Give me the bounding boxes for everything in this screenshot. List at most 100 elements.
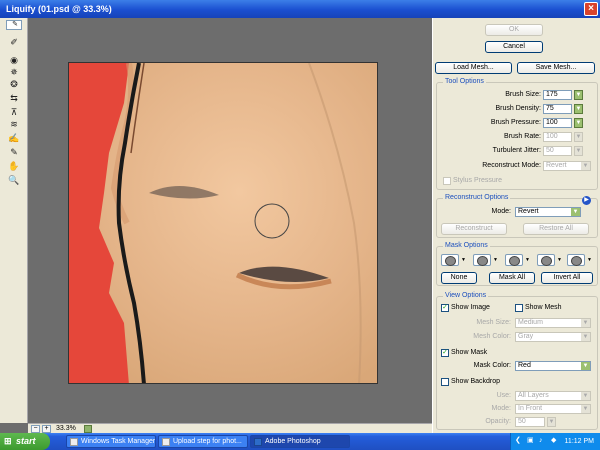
brush-density-row: Brush Density: 75 ▼ bbox=[437, 104, 597, 115]
mask-color-label: Mask Color: bbox=[473, 362, 511, 369]
brush-rate-slider-button[interactable]: ▼ bbox=[574, 132, 583, 142]
back-arrow-icon[interactable]: ❮ bbox=[515, 437, 523, 445]
invert-selection-icon[interactable] bbox=[567, 254, 585, 266]
mesh-color-row: Mesh Color: Gray ▼ bbox=[437, 332, 597, 343]
backdrop-mode-value: In Front bbox=[518, 405, 543, 412]
stylus-pressure-checkbox[interactable] bbox=[443, 177, 451, 185]
zoom-tool-icon[interactable]: 🔍 bbox=[6, 174, 22, 187]
close-icon[interactable]: × bbox=[584, 2, 598, 16]
chevron-down-icon: ▼ bbox=[571, 208, 580, 216]
brush-density-input[interactable]: 75 bbox=[543, 104, 572, 114]
backdrop-opacity-input[interactable]: 50 bbox=[515, 417, 545, 427]
mask-options-title: Mask Options bbox=[443, 242, 490, 249]
mask-options-group: Mask Options ▼ ▼ ▼ ▼ ▼ None Mask All Inv… bbox=[436, 242, 598, 286]
load-mesh-button[interactable]: Load Mesh... bbox=[435, 62, 512, 74]
mask-color-value: Red bbox=[518, 362, 531, 369]
dropdown-arrow-icon: ▼ bbox=[525, 257, 530, 263]
volume-icon[interactable]: ♪ bbox=[539, 437, 547, 445]
mesh-size-select[interactable]: Medium ▼ bbox=[515, 318, 591, 328]
zoom-status-bar: − + 33.3% bbox=[28, 423, 432, 433]
dropdown-arrow-icon: ▼ bbox=[557, 257, 562, 263]
backdrop-opacity-slider-button[interactable]: ▼ bbox=[547, 417, 556, 427]
photoshop-icon bbox=[254, 438, 262, 446]
bloat-tool-icon[interactable]: ❂ bbox=[6, 78, 22, 91]
show-image-checkbox[interactable]: ✓ bbox=[441, 304, 449, 312]
mask-color-row: Mask Color: Red ▼ bbox=[437, 361, 597, 372]
mesh-color-select[interactable]: Gray ▼ bbox=[515, 332, 591, 342]
windows-taskbar: ⊞ start Windows Task Manager Upload step… bbox=[0, 433, 600, 450]
brush-density-slider-button[interactable]: ▼ bbox=[574, 104, 583, 114]
backdrop-mode-label: Mode: bbox=[491, 405, 511, 412]
restore-all-button[interactable]: Restore All bbox=[523, 223, 589, 235]
brush-rate-input[interactable]: 100 bbox=[543, 132, 572, 142]
add-to-selection-icon[interactable] bbox=[473, 254, 491, 266]
reconstruct-mode-options-label: Mode: bbox=[491, 208, 511, 215]
show-image-label: Show Image bbox=[451, 304, 490, 311]
system-tray: ❮ ▣ ♪ ◆ 11:12 PM bbox=[510, 433, 600, 450]
browser-icon bbox=[162, 438, 170, 446]
security-icon[interactable]: ◆ bbox=[551, 437, 559, 445]
brush-rate-row: Brush Rate: 100 ▼ bbox=[437, 132, 597, 143]
reconstruct-mode-select[interactable]: Revert ▼ bbox=[543, 161, 591, 171]
window-title: Liquify (01.psd @ 33.3%) bbox=[6, 4, 112, 14]
brush-pressure-input[interactable]: 100 bbox=[543, 118, 572, 128]
replace-selection-icon[interactable] bbox=[441, 254, 459, 266]
liquify-image-canvas bbox=[69, 63, 377, 383]
backdrop-mode-row: Mode: In Front ▼ bbox=[437, 404, 597, 415]
cancel-button[interactable]: Cancel bbox=[485, 41, 543, 53]
mask-all-button[interactable]: Mask All bbox=[489, 272, 535, 284]
info-icon[interactable]: ▶ bbox=[582, 196, 591, 205]
view-options-group: View Options ✓ Show Image Show Mesh Mesh… bbox=[436, 292, 598, 430]
hand-tool-icon[interactable]: ✋ bbox=[6, 160, 22, 173]
mask-color-select[interactable]: Red ▼ bbox=[515, 361, 591, 371]
stylus-pressure-label: Stylus Pressure bbox=[453, 177, 503, 184]
show-mask-checkbox[interactable]: ✓ bbox=[441, 349, 449, 357]
backdrop-mode-select[interactable]: In Front ▼ bbox=[515, 404, 591, 414]
turbulence-tool-icon[interactable]: ≋ bbox=[6, 118, 22, 131]
reconstruct-options-mode-value: Revert bbox=[518, 208, 539, 215]
brush-rate-label: Brush Rate: bbox=[504, 133, 541, 140]
brush-pressure-row: Brush Pressure: 100 ▼ bbox=[437, 118, 597, 129]
forward-warp-tool-icon[interactable]: ✎ bbox=[6, 20, 22, 30]
zoom-in-button[interactable]: + bbox=[42, 425, 51, 433]
mesh-color-value: Gray bbox=[518, 333, 534, 340]
mask-none-button[interactable]: None bbox=[441, 272, 477, 284]
dropdown-arrow-icon: ▼ bbox=[587, 257, 592, 263]
subtract-from-selection-icon[interactable] bbox=[505, 254, 523, 266]
liquify-toolbox: ✎ ✐ ◉ ✵ ❂ ⇆ ⊼ ≋ ✍ ✎ ✋ 🔍 bbox=[0, 18, 28, 423]
reconstruct-button[interactable]: Reconstruct bbox=[441, 223, 507, 235]
network-icon[interactable]: ▣ bbox=[527, 437, 535, 445]
brush-size-slider-button[interactable]: ▼ bbox=[574, 90, 583, 100]
brush-pressure-slider-button[interactable]: ▼ bbox=[574, 118, 583, 128]
start-button[interactable]: ⊞ start bbox=[0, 433, 50, 450]
zoom-dropdown[interactable] bbox=[84, 425, 92, 433]
reconstruct-options-title: Reconstruct Options bbox=[443, 194, 511, 201]
windows-logo-icon: ⊞ bbox=[4, 436, 12, 446]
show-mask-label: Show Mask bbox=[451, 349, 488, 356]
thaw-mask-tool-icon[interactable]: ✎ bbox=[6, 146, 22, 159]
brush-size-label: Brush Size: bbox=[505, 91, 541, 98]
brush-size-input[interactable]: 175 bbox=[543, 90, 572, 100]
zoom-out-button[interactable]: − bbox=[31, 425, 40, 433]
show-mesh-checkbox[interactable] bbox=[515, 304, 523, 312]
turbulent-jitter-slider-button[interactable]: ▼ bbox=[574, 146, 583, 156]
taskbar-item-upload[interactable]: Upload step for phot... bbox=[158, 435, 248, 448]
show-backdrop-checkbox[interactable] bbox=[441, 378, 449, 386]
taskbar-item-task-manager[interactable]: Windows Task Manager bbox=[66, 435, 156, 448]
save-mesh-button[interactable]: Save Mesh... bbox=[517, 62, 595, 74]
mesh-color-label: Mesh Color: bbox=[473, 333, 511, 340]
preview-image[interactable] bbox=[68, 62, 378, 384]
reconstruct-options-mode-select[interactable]: Revert ▼ bbox=[515, 207, 581, 217]
freeze-mask-tool-icon[interactable]: ✍ bbox=[6, 132, 22, 145]
backdrop-use-row: Use: All Layers ▼ bbox=[437, 391, 597, 402]
taskbar-item-photoshop[interactable]: Adobe Photoshop bbox=[250, 435, 350, 448]
reconstruct-tool-icon[interactable]: ✐ bbox=[6, 36, 22, 49]
intersect-with-selection-icon[interactable] bbox=[537, 254, 555, 266]
reconstruct-mode-value: Revert bbox=[546, 162, 567, 169]
turbulent-jitter-input[interactable]: 50 bbox=[543, 146, 572, 156]
ok-button[interactable]: OK bbox=[485, 24, 543, 36]
preview-area[interactable] bbox=[28, 18, 432, 423]
push-left-tool-icon[interactable]: ⇆ bbox=[6, 92, 22, 105]
invert-all-button[interactable]: Invert All bbox=[541, 272, 593, 284]
backdrop-use-select[interactable]: All Layers ▼ bbox=[515, 391, 591, 401]
